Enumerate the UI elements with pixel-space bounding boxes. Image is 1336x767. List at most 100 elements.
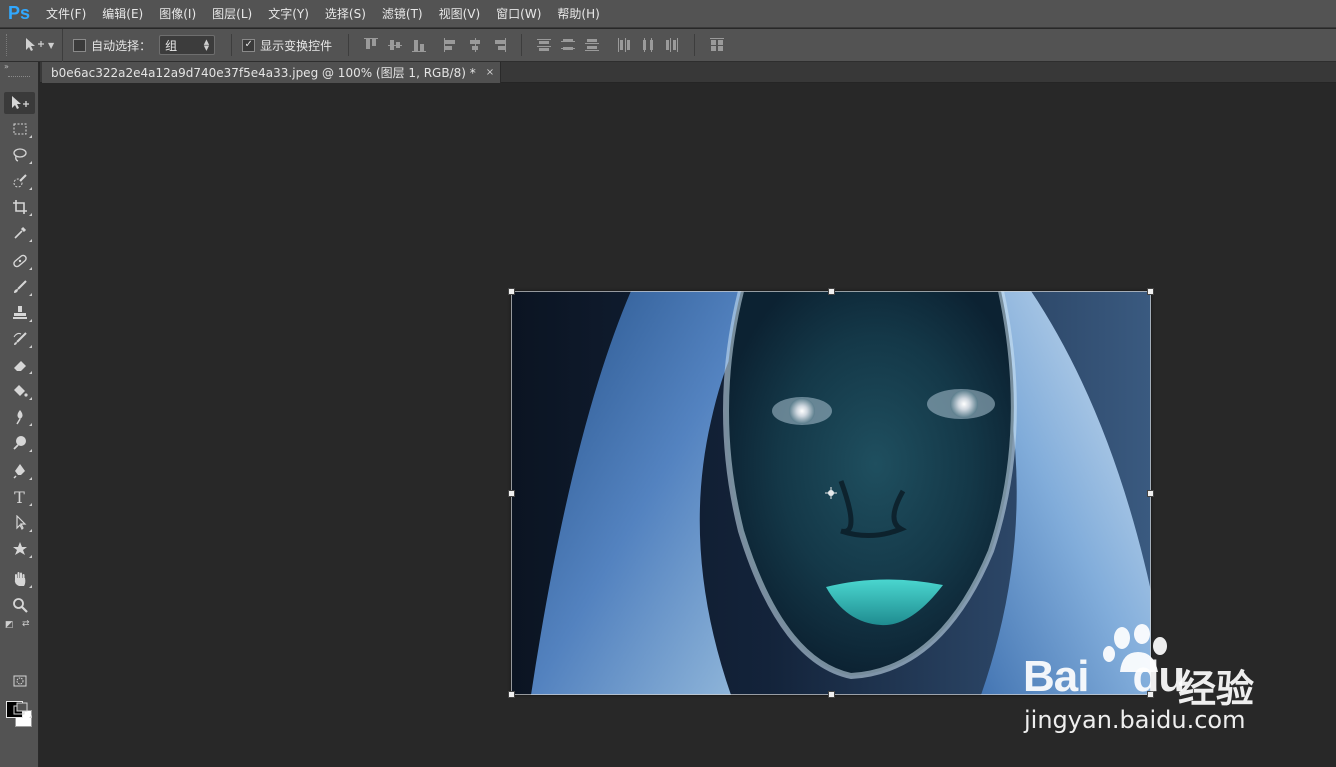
lasso-icon <box>12 148 27 162</box>
baidu-jingyan-watermark: Bai du 经验 jingyan.baidu.com <box>1018 624 1278 734</box>
document-tab-title: b0e6ac322a2e4a12a9d740e37f5e4a33.jpeg @ … <box>51 66 476 80</box>
lasso-tool[interactable] <box>4 144 35 166</box>
menu-window[interactable]: 窗口(W) <box>488 0 549 28</box>
document-tab[interactable]: b0e6ac322a2e4a12a9d740e37f5e4a33.jpeg @ … <box>42 62 502 83</box>
transform-handle-right[interactable] <box>1147 490 1154 497</box>
hand-icon <box>14 572 25 586</box>
align-horizontal-center-icon[interactable] <box>467 37 483 53</box>
menu-select[interactable]: 选择(S) <box>317 0 374 28</box>
type-tool[interactable]: T <box>4 486 35 508</box>
auto-select-dropdown[interactable]: 组 ▲ ▼ <box>159 35 216 55</box>
auto-select-checkbox[interactable] <box>73 38 87 52</box>
spot-healing-tool[interactable] <box>4 250 35 272</box>
hand-tool[interactable] <box>4 568 35 590</box>
menu-help[interactable]: 帮助(H) <box>549 0 607 28</box>
zoom-icon <box>12 598 28 613</box>
move-icon <box>11 96 29 109</box>
watermark-url: jingyan.baidu.com <box>1024 706 1246 734</box>
transform-handle-top-left[interactable] <box>508 288 515 295</box>
eraser-tool[interactable] <box>4 354 35 376</box>
photoshop-logo: Ps <box>7 3 31 23</box>
quick-selection-tool[interactable] <box>4 170 35 192</box>
divider <box>694 34 696 56</box>
menu-view[interactable]: 视图(V) <box>431 0 489 28</box>
quick-mask-button[interactable] <box>4 670 35 692</box>
stamp-icon <box>12 306 27 319</box>
distribute-hcenter-icon[interactable] <box>640 37 656 53</box>
zoom-tool[interactable] <box>4 594 35 616</box>
brush-tool[interactable] <box>4 276 35 298</box>
divider <box>348 34 350 56</box>
eyedropper-tool[interactable] <box>4 222 35 244</box>
crop-tool[interactable] <box>4 196 35 218</box>
auto-select-value: 组 <box>165 38 178 53</box>
type-icon: T <box>14 487 25 507</box>
menu-layer[interactable]: 图层(L) <box>204 0 260 28</box>
path-select-icon <box>15 515 26 531</box>
blur-icon <box>15 410 22 425</box>
align-left-icon[interactable] <box>443 37 459 53</box>
default-colors-icon[interactable]: ◩ <box>5 620 14 630</box>
path-selection-tool[interactable] <box>4 512 35 534</box>
bucket-icon <box>13 385 28 397</box>
transform-handle-bottom[interactable] <box>828 691 835 698</box>
distribute-left-icon[interactable] <box>616 37 632 53</box>
clone-stamp-tool[interactable] <box>4 302 35 324</box>
shape-icon <box>12 542 27 555</box>
distribute-vertical-group <box>528 37 608 53</box>
dodge-tool[interactable] <box>4 432 35 454</box>
menu-image[interactable]: 图像(I) <box>151 0 204 28</box>
distribute-vcenter-icon[interactable] <box>560 37 576 53</box>
align-bottom-icon[interactable] <box>411 37 427 53</box>
pen-icon <box>12 464 25 479</box>
screen-mode-button[interactable] <box>4 698 35 720</box>
transform-handle-bottom-left[interactable] <box>508 691 515 698</box>
eyedropper-icon <box>13 226 26 239</box>
collapse-panel-icon[interactable]: » <box>0 62 38 74</box>
close-icon[interactable]: × <box>486 67 494 78</box>
transform-handle-top-right[interactable] <box>1147 288 1154 295</box>
menu-edit[interactable]: 编辑(E) <box>94 0 151 28</box>
align-top-icon[interactable] <box>363 37 379 53</box>
show-transform-label: 显示变换控件 <box>260 38 333 53</box>
screen-mode-icon <box>13 702 27 715</box>
menu-type[interactable]: 文字(Y) <box>260 0 317 28</box>
eraser-icon <box>13 361 26 371</box>
transform-handle-top[interactable] <box>828 288 835 295</box>
rectangular-marquee-tool[interactable] <box>4 118 35 140</box>
divider <box>231 34 233 56</box>
align-group <box>355 37 435 53</box>
options-bar: ▼ 自动选择： 组 ▲ ▼ ✓ 显示变换控件 <box>0 28 1336 62</box>
paint-bucket-tool[interactable] <box>4 380 35 402</box>
distribute-bottom-icon[interactable] <box>584 37 600 53</box>
auto-align-layers-icon[interactable] <box>709 37 725 53</box>
auto-align-group <box>701 37 733 53</box>
history-brush-tool[interactable] <box>4 328 35 350</box>
show-transform-checkbox[interactable]: ✓ <box>242 38 256 52</box>
divider <box>521 34 523 56</box>
crosshair-icon <box>825 487 837 499</box>
dodge-icon <box>12 436 26 450</box>
tool-preset-picker[interactable]: ▼ <box>16 28 64 62</box>
updown-arrows-icon: ▲ ▼ <box>203 38 210 52</box>
custom-shape-tool[interactable] <box>4 538 35 560</box>
menu-filter[interactable]: 滤镜(T) <box>374 0 431 28</box>
chevron-down-icon: ▼ <box>48 40 55 50</box>
transform-handle-left[interactable] <box>508 490 515 497</box>
marquee-icon <box>13 123 26 135</box>
history-brush-icon <box>13 332 27 345</box>
distribute-top-icon[interactable] <box>536 37 552 53</box>
tools-panel-grip[interactable] <box>8 76 30 79</box>
pen-tool[interactable] <box>4 460 35 482</box>
options-bar-grip[interactable] <box>6 34 16 56</box>
align-vertical-center-icon[interactable] <box>387 37 403 53</box>
menu-file[interactable]: 文件(F) <box>38 0 94 28</box>
crop-icon <box>12 200 27 214</box>
blur-tool[interactable] <box>4 406 35 428</box>
align-right-icon[interactable] <box>491 37 507 53</box>
auto-select-label: 自动选择： <box>91 38 152 53</box>
distribute-right-icon[interactable] <box>664 37 680 53</box>
swap-colors-icon[interactable]: ⇄ <box>22 619 30 629</box>
move-tool[interactable] <box>4 92 35 114</box>
watermark-brand: Bai <box>1023 652 1089 701</box>
